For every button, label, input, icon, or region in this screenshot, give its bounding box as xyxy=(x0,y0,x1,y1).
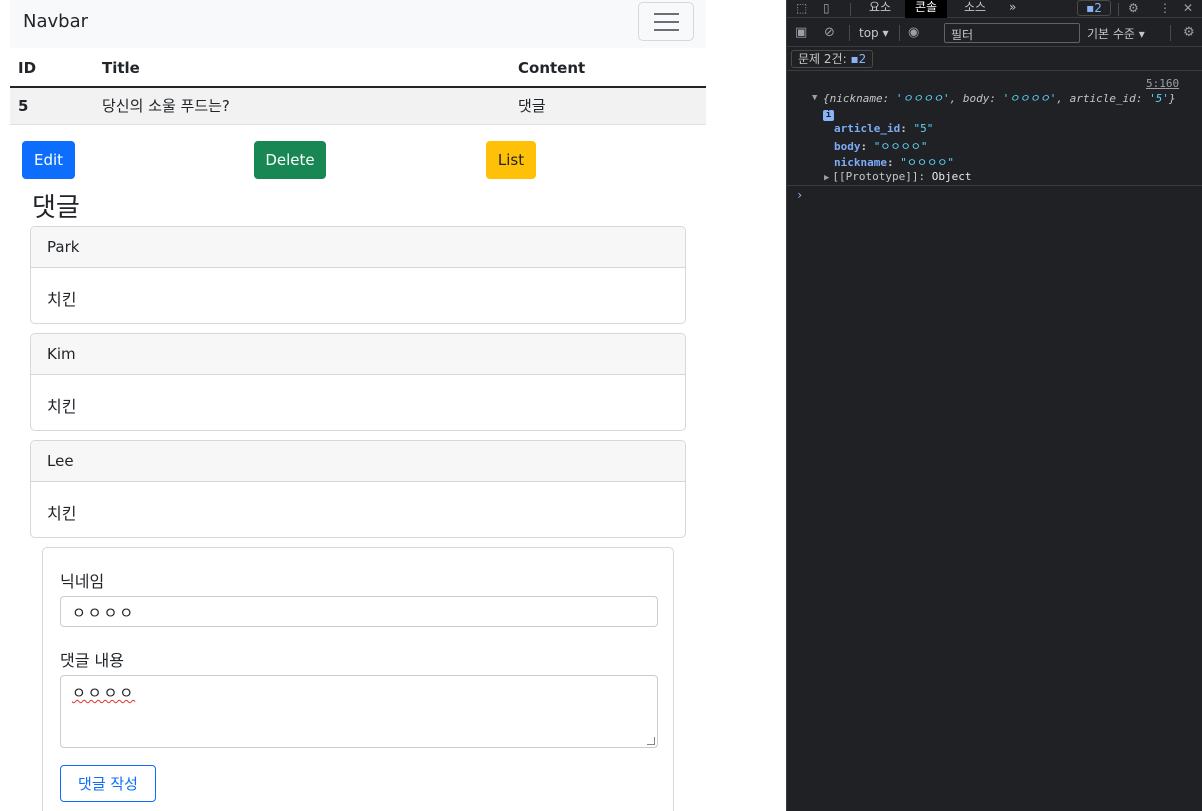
expand-triangle-icon[interactable]: ▼ xyxy=(812,93,817,103)
device-toolbar-icon[interactable]: ▯ xyxy=(823,1,830,15)
log-prototype-row[interactable]: ▶ [[Prototype]]: Object xyxy=(824,170,972,183)
comment-body-text: ㅇㅇㅇㅇ xyxy=(72,684,136,702)
issues-button[interactable]: 문제 2건: ▪2 xyxy=(791,50,874,68)
console-toolbar: ▣ ⊘ top ▾ ◉ 필터 기본 수준 ▾ ⚙ xyxy=(787,19,1202,47)
edit-button[interactable]: Edit xyxy=(22,141,75,179)
comment-body-label: 댓글 내용 xyxy=(60,651,124,670)
delete-button[interactable]: Delete xyxy=(254,141,326,179)
comment-nickname: Kim xyxy=(31,334,685,375)
web-page: Navbar ID Title Content 5 당신의 소울 푸드는? 댓글… xyxy=(0,0,786,811)
clear-console-icon[interactable]: ⊘ xyxy=(824,25,835,40)
info-icon[interactable]: i xyxy=(823,109,834,121)
log-property: body: "ㅇㅇㅇㅇ" xyxy=(834,140,928,153)
table-row: 5 당신의 소울 푸드는? 댓글 xyxy=(10,87,706,125)
issues-label: 문제 2건: xyxy=(798,52,847,66)
submit-comment-button[interactable]: 댓글 작성 xyxy=(60,765,156,802)
column-header-content: Content xyxy=(510,49,706,88)
table-header-row: ID Title Content xyxy=(10,49,706,88)
context-value: top xyxy=(859,26,879,40)
devtools-panel: ⬚ ▯ 요소 콘솔 소스 » ▪2 ⚙ ⋮ ✕ ▣ ⊘ top ▾ ◉ 필터 기… xyxy=(786,0,1202,811)
inspect-element-icon[interactable]: ⬚ xyxy=(796,1,807,15)
devtools-tab-bar: ⬚ ▯ 요소 콘솔 소스 » ▪2 ⚙ ⋮ ✕ xyxy=(787,0,1202,18)
log-source-link[interactable]: 5:160 xyxy=(1146,77,1179,90)
sidebar-toggle-icon[interactable]: ▣ xyxy=(795,25,807,40)
tab-console[interactable]: 콘솔 xyxy=(905,0,948,18)
comments-heading: 댓글 xyxy=(32,193,80,223)
comment-form: 닉네임 ㅇㅇㅇㅇ 댓글 내용 ㅇㅇㅇㅇ 댓글 작성 xyxy=(42,547,674,811)
log-property: article_id: "5" xyxy=(834,122,934,135)
comment-body: 치킨 xyxy=(47,504,77,523)
message-icon: ▪ xyxy=(850,52,859,66)
column-header-title: Title xyxy=(94,49,510,88)
issues-row: 문제 2건: ▪2 xyxy=(787,47,1202,71)
comment-card: Lee 치킨 xyxy=(30,440,686,538)
comment-nickname: Park xyxy=(31,227,685,268)
context-selector[interactable]: top ▾ xyxy=(859,26,889,40)
hamburger-icon xyxy=(654,13,679,15)
settings-gear-icon[interactable]: ⚙ xyxy=(1128,1,1139,15)
cell-id: 5 xyxy=(10,87,94,125)
issues-badge[interactable]: ▪2 xyxy=(1077,0,1111,16)
issues-count: 2 xyxy=(858,52,867,66)
comment-body-textarea[interactable]: ㅇㅇㅇㅇ xyxy=(60,675,658,748)
issues-badge-count: 2 xyxy=(1094,1,1102,15)
nickname-input[interactable]: ㅇㅇㅇㅇ xyxy=(60,596,658,627)
comment-body: 치킨 xyxy=(47,290,77,309)
live-expression-eye-icon[interactable]: ◉ xyxy=(908,25,919,40)
comment-body: 치킨 xyxy=(47,397,77,416)
navbar-toggler-button[interactable] xyxy=(638,2,694,41)
comment-nickname: Lee xyxy=(31,441,685,482)
log-levels-dropdown[interactable]: 기본 수준 ▾ xyxy=(1087,25,1145,42)
comment-card: Kim 치킨 xyxy=(30,333,686,431)
comment-card: Park 치킨 xyxy=(30,226,686,324)
navbar-brand[interactable]: Navbar xyxy=(23,11,88,32)
tab-elements[interactable]: 요소 xyxy=(859,0,901,18)
more-tabs-button[interactable]: » xyxy=(999,0,1026,18)
column-header-id: ID xyxy=(10,49,94,88)
console-settings-icon[interactable]: ⚙ xyxy=(1183,25,1195,40)
navbar: Navbar xyxy=(10,0,706,48)
nickname-label: 닉네임 xyxy=(60,572,105,591)
log-levels-label: 기본 수준 xyxy=(1087,27,1135,41)
cell-content: 댓글 xyxy=(510,87,706,125)
list-button[interactable]: List xyxy=(486,141,536,179)
more-options-icon[interactable]: ⋮ xyxy=(1159,1,1171,15)
tab-sources[interactable]: 소스 xyxy=(954,0,996,18)
resize-handle-icon[interactable] xyxy=(647,737,655,745)
console-filter-input[interactable]: 필터 xyxy=(944,23,1080,43)
article-table: ID Title Content 5 당신의 소울 푸드는? 댓글 xyxy=(10,49,706,125)
console-prompt-icon[interactable]: › xyxy=(796,188,803,202)
log-property: nickname: "ㅇㅇㅇㅇ" xyxy=(834,156,954,169)
cell-title: 당신의 소울 푸드는? xyxy=(94,87,510,125)
collapse-triangle-icon: ▶ xyxy=(824,173,830,183)
log-object-summary[interactable]: {nickname: 'ㅇㅇㅇㅇ', body: 'ㅇㅇㅇㅇ', article… xyxy=(823,91,1193,123)
close-icon[interactable]: ✕ xyxy=(1183,1,1193,15)
